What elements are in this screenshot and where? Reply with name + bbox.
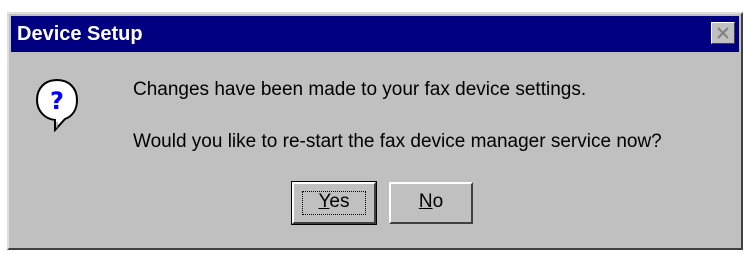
- yes-mnemonic: Y: [318, 191, 330, 212]
- yes-button[interactable]: Yes: [291, 181, 377, 225]
- window-title: Device Setup: [17, 23, 143, 45]
- yes-button-label: Yes: [318, 191, 349, 212]
- message-line-1: Changes have been made to your fax devic…: [133, 79, 587, 100]
- no-label-rest: o: [432, 191, 444, 212]
- title-bar[interactable]: Device Setup: [11, 16, 739, 52]
- yes-label-rest: es: [329, 191, 350, 212]
- no-button[interactable]: No: [389, 182, 473, 224]
- close-icon: [717, 27, 729, 39]
- close-button[interactable]: [711, 22, 735, 44]
- device-setup-dialog: Device Setup ? Changes have been made to…: [7, 12, 743, 250]
- svg-text:?: ?: [50, 87, 64, 115]
- no-mnemonic: N: [418, 191, 433, 212]
- question-icon: ?: [35, 78, 79, 132]
- no-button-label: No: [419, 191, 443, 212]
- message-line-2: Would you like to re-start the fax devic…: [133, 131, 662, 152]
